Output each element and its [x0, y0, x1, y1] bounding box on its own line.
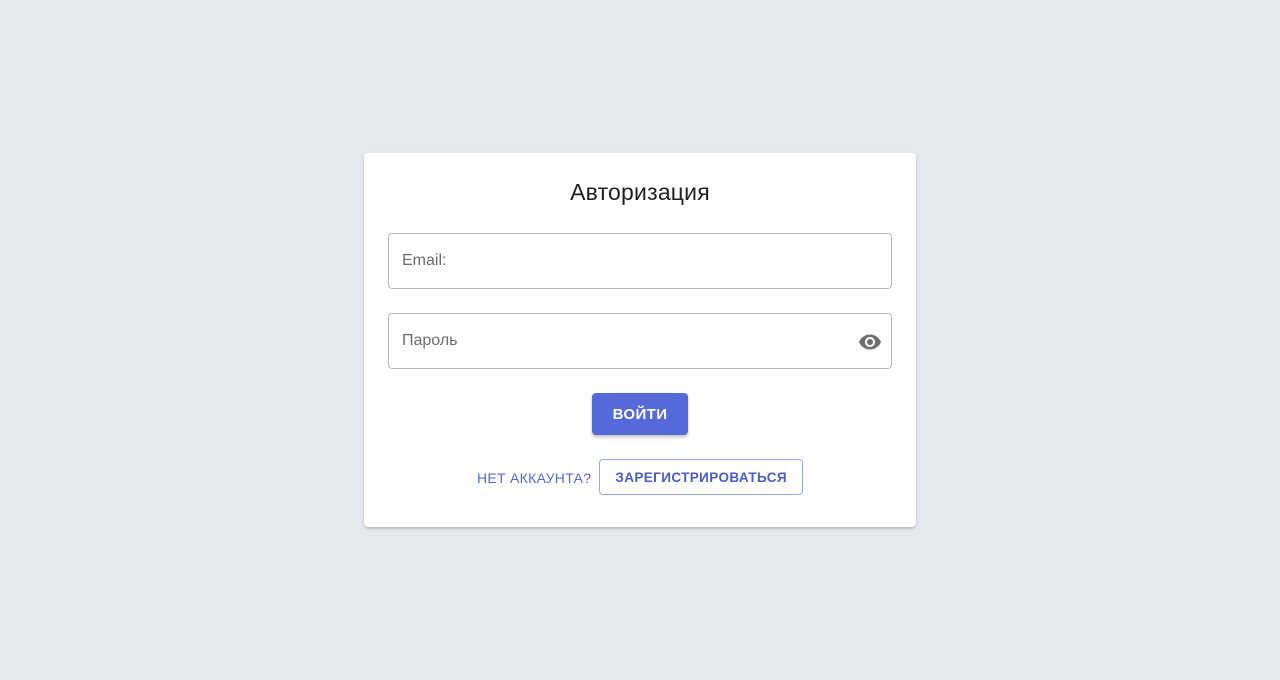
page-title: Авторизация — [570, 179, 710, 205]
password-field[interactable] — [389, 314, 891, 368]
login-card: Авторизация ВОЙТИ НЕТ АККАУНТА? ЗАРЕГИСТ… — [364, 153, 916, 527]
password-field-container — [388, 313, 892, 369]
no-account-label: НЕТ АККАУНТА? — [476, 470, 592, 486]
email-field-container — [388, 233, 892, 289]
login-button[interactable]: ВОЙТИ — [592, 393, 688, 435]
email-field[interactable] — [389, 234, 891, 288]
register-button[interactable]: ЗАРЕГИСТРИРОВАТЬСЯ — [599, 459, 804, 495]
register-row: НЕТ АККАУНТА? ЗАРЕГИСТРИРОВАТЬСЯ — [364, 459, 916, 495]
eye-icon[interactable] — [858, 330, 882, 354]
